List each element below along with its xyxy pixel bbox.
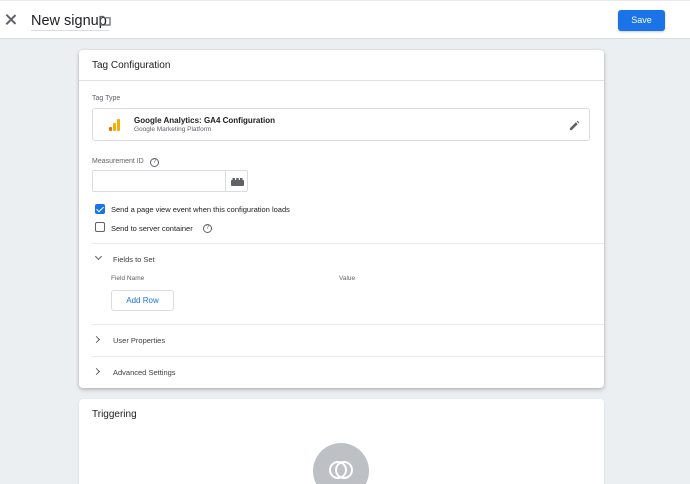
pageview-checkbox-label: Send a page view event when this configu… (111, 205, 290, 214)
tag-type-label: Tag Type (92, 95, 121, 102)
tag-type-name: Google Analytics: GA4 Configuration (134, 116, 276, 125)
advanced-settings-toggle[interactable]: Advanced Settings (113, 368, 176, 377)
tag-name[interactable]: New signup (31, 13, 107, 29)
tag-type-provider: Google Marketing Platform (134, 126, 212, 133)
server-container-checkbox[interactable] (95, 222, 105, 232)
tag-type-selector[interactable]: Google Analytics: GA4 Configuration Goog… (92, 108, 590, 141)
server-container-label: Send to server container (111, 224, 193, 233)
folder-icon[interactable] (99, 15, 111, 26)
pageview-checkbox[interactable] (95, 204, 105, 214)
measurement-id-label: Measurement ID (92, 158, 144, 165)
variable-picker-icon (231, 178, 244, 186)
divider (92, 324, 604, 325)
variable-picker-button[interactable] (225, 170, 248, 192)
top-bar: New signup Save (0, 0, 690, 39)
chevron-down-icon[interactable] (94, 252, 103, 261)
tag-name-field[interactable]: New signup (31, 11, 109, 31)
help-icon[interactable]: ? (203, 224, 212, 233)
trigger-icon (329, 461, 353, 479)
value-column-header: Value (339, 275, 356, 282)
tag-configuration-card: Tag Configuration Tag Type Google Analyt… (79, 50, 604, 388)
help-icon[interactable]: ? (150, 158, 159, 167)
field-name-column-header: Field Name (111, 275, 145, 282)
triggering-card[interactable]: Triggering (79, 399, 604, 484)
divider (92, 243, 604, 244)
close-icon[interactable] (3, 12, 19, 28)
user-properties-toggle[interactable]: User Properties (113, 336, 165, 345)
chevron-right-icon[interactable] (92, 335, 101, 344)
pencil-icon[interactable] (569, 120, 580, 131)
add-row-button[interactable]: Add Row (111, 290, 174, 311)
trigger-placeholder[interactable] (313, 443, 369, 484)
card-title: Triggering (92, 409, 137, 420)
fields-to-set-toggle[interactable]: Fields to Set (113, 255, 155, 264)
card-header: Tag Configuration (79, 50, 604, 81)
chevron-right-icon[interactable] (92, 367, 101, 376)
google-analytics-icon (109, 119, 121, 131)
card-title: Tag Configuration (92, 60, 171, 71)
divider (92, 356, 604, 357)
save-button[interactable]: Save (618, 10, 665, 31)
measurement-id-input[interactable] (92, 170, 225, 192)
